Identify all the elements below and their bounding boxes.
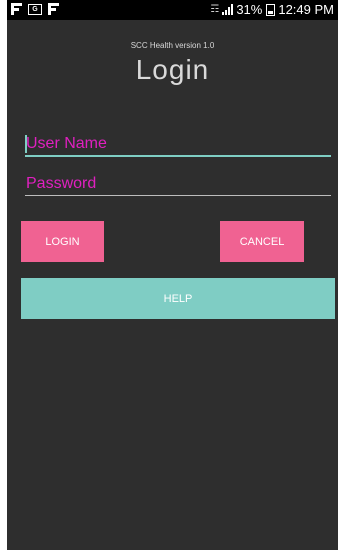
status-indicators: ☶ 31% 12:49 PM	[210, 2, 334, 17]
username-input[interactable]	[25, 133, 331, 157]
battery-percent: 31%	[236, 2, 263, 17]
clock: 12:49 PM	[278, 2, 334, 17]
app-screen: G ☶ 31% 12:49 PM SCC Health version 1.0 …	[7, 0, 338, 550]
signal-icon	[222, 4, 234, 15]
flipboard-icon	[48, 3, 59, 15]
gmail-icon: G	[28, 3, 42, 15]
app-version: SCC Health version 1.0	[130, 41, 215, 50]
password-input[interactable]	[25, 172, 331, 196]
status-bar: G ☶ 31% 12:49 PM	[7, 0, 338, 20]
page-title: Login	[135, 54, 210, 85]
flipboard-icon	[11, 3, 22, 15]
cancel-button[interactable]: CANCEL	[220, 221, 304, 262]
login-button[interactable]: LOGIN	[21, 221, 104, 262]
help-button[interactable]: HELP	[21, 278, 335, 319]
battery-icon	[266, 3, 276, 16]
text-cursor	[25, 135, 27, 153]
wifi-icon: ☶	[210, 4, 220, 15]
phone-frame: G ☶ 31% 12:49 PM SCC Health version 1.0 …	[0, 0, 345, 557]
notification-icons: G	[11, 3, 59, 15]
